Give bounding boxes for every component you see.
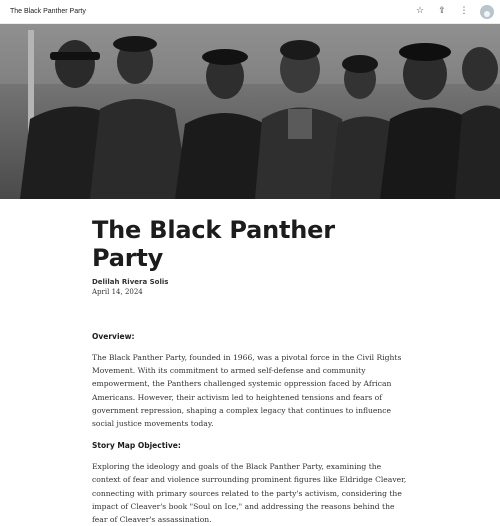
article-date: April 14, 2024: [92, 288, 143, 296]
top-bar: The Black Panther Party ☆ ⇪ ⋮: [0, 0, 500, 24]
account-icon[interactable]: [480, 4, 494, 19]
section-heading: Story Map Objective:: [92, 441, 181, 451]
article-title: The Black Panther Party: [92, 216, 335, 272]
section-paragraph: Exploring the ideology and goals of the …: [92, 462, 407, 525]
star-icon[interactable]: ☆: [414, 6, 426, 18]
hero-image: [0, 24, 500, 199]
section-objective: Story Map Objective: Exploring the ideol…: [92, 441, 408, 526]
section-paragraph: The Black Panther Party, founded in 1966…: [92, 353, 402, 429]
article: The Black Panther Party Delilah Rivera S…: [0, 216, 500, 526]
avatar-head: [484, 10, 490, 17]
more-icon[interactable]: ⋮: [458, 6, 470, 18]
app-title: The Black Panther Party: [10, 8, 86, 15]
section-overview: Overview: The Black Panther Party, found…: [92, 332, 408, 430]
section-heading: Overview:: [92, 332, 135, 341]
article-author: Delilah Rivera Solis: [92, 278, 169, 286]
share-icon[interactable]: ⇪: [436, 6, 448, 18]
hero-photo: [0, 24, 500, 199]
header-actions: ☆ ⇪ ⋮: [414, 4, 494, 19]
